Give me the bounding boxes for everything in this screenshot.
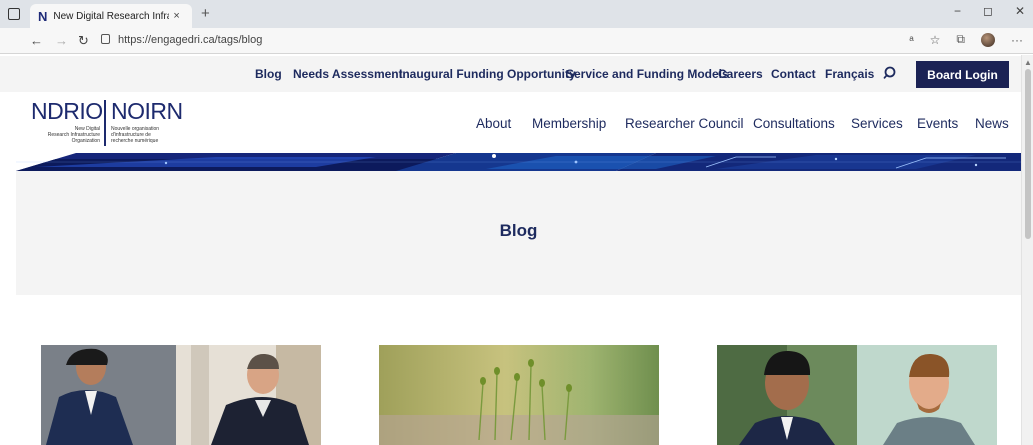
favorites-star-icon[interactable]: ☆ [930, 33, 941, 47]
close-window-icon[interactable]: ✕ [1015, 4, 1025, 18]
browser-toolbar: ᵃ ☆ ⧉ ··· [909, 32, 1023, 47]
browser-tab[interactable]: N New Digital Research Infrastruct × [30, 4, 192, 28]
main-header: NDRIO NOIRN New Digital Research Infrast… [0, 92, 1021, 154]
page-hero: Blog [16, 171, 1021, 295]
more-menu-icon[interactable]: ··· [1011, 33, 1023, 47]
browser-titlebar: N New Digital Research Infrastruct × + −… [0, 0, 1033, 28]
scroll-up-icon[interactable]: ▲ [1024, 58, 1032, 67]
nav-news[interactable]: News [975, 116, 1009, 131]
scroll-thumb[interactable] [1025, 69, 1031, 239]
tab-title: New Digital Research Infrastruct [53, 10, 169, 22]
window-controls: − ◻ ✕ [954, 4, 1025, 18]
logo-noirn[interactable]: NOIRN [111, 98, 183, 125]
logo-subtitle-en-line: Organization [71, 138, 100, 144]
topnav-blog[interactable]: Blog [255, 67, 282, 81]
nav-membership[interactable]: Membership [532, 116, 606, 131]
search-icon[interactable] [883, 65, 899, 81]
topnav-inaugural-funding[interactable]: Inaugural Funding Opportunity [399, 67, 576, 81]
topnav-service-funding-models[interactable]: Service and Funding Models [566, 67, 729, 81]
refresh-icon[interactable]: ↻ [78, 33, 89, 49]
window-menu-icon[interactable] [8, 8, 20, 20]
utility-nav: Blog Needs Assessment Inaugural Funding … [0, 56, 1021, 92]
post-image-3[interactable] [717, 345, 997, 445]
board-login-button[interactable]: Board Login [916, 61, 1009, 88]
topnav-needs-assessment[interactable]: Needs Assessment [293, 67, 403, 81]
topnav-francais[interactable]: Français [825, 67, 874, 81]
lock-icon [101, 34, 110, 44]
new-tab-button[interactable]: + [201, 5, 210, 22]
address-bar-row: ← → ↻ https://engagedri.ca/tags/blog ᵃ ☆… [0, 28, 1033, 54]
topnav-contact[interactable]: Contact [771, 67, 816, 81]
nav-researcher-council[interactable]: Researcher Council [625, 116, 744, 131]
tab-close-icon[interactable]: × [173, 10, 179, 22]
nav-about[interactable]: About [476, 116, 511, 131]
collections-icon[interactable]: ⧉ [956, 32, 965, 47]
page-title: Blog [499, 221, 538, 240]
minimize-icon[interactable]: − [954, 4, 961, 18]
nav-consultations[interactable]: Consultations [753, 116, 835, 131]
nav-events[interactable]: Events [917, 116, 958, 131]
logo-subtitle-fr-line: recherche numérique [111, 138, 159, 144]
post-image-2[interactable] [379, 345, 659, 445]
nav-services[interactable]: Services [851, 116, 903, 131]
tab-favicon-icon: N [38, 8, 48, 24]
topnav-careers[interactable]: Careers [718, 67, 763, 81]
read-aloud-icon[interactable]: ᵃ [909, 33, 913, 47]
back-icon[interactable]: ← [30, 33, 43, 48]
restore-icon[interactable]: ◻ [983, 4, 993, 18]
post-image-1[interactable] [41, 345, 321, 445]
circuit-banner-image [16, 153, 1021, 171]
logo-divider [104, 100, 106, 146]
page-scrollbar[interactable]: ▲ [1021, 55, 1033, 445]
profile-avatar[interactable] [981, 32, 995, 47]
logo-subtitle-fr: Nouvelle organisation d'infrastructure d… [111, 126, 201, 144]
logo-ndrio[interactable]: NDRIO [31, 98, 103, 125]
logo-subtitle-en: New Digital Research Infrastructure Orga… [26, 126, 100, 144]
forward-icon[interactable]: → [55, 33, 68, 48]
url-field[interactable]: https://engagedri.ca/tags/blog [118, 34, 262, 46]
